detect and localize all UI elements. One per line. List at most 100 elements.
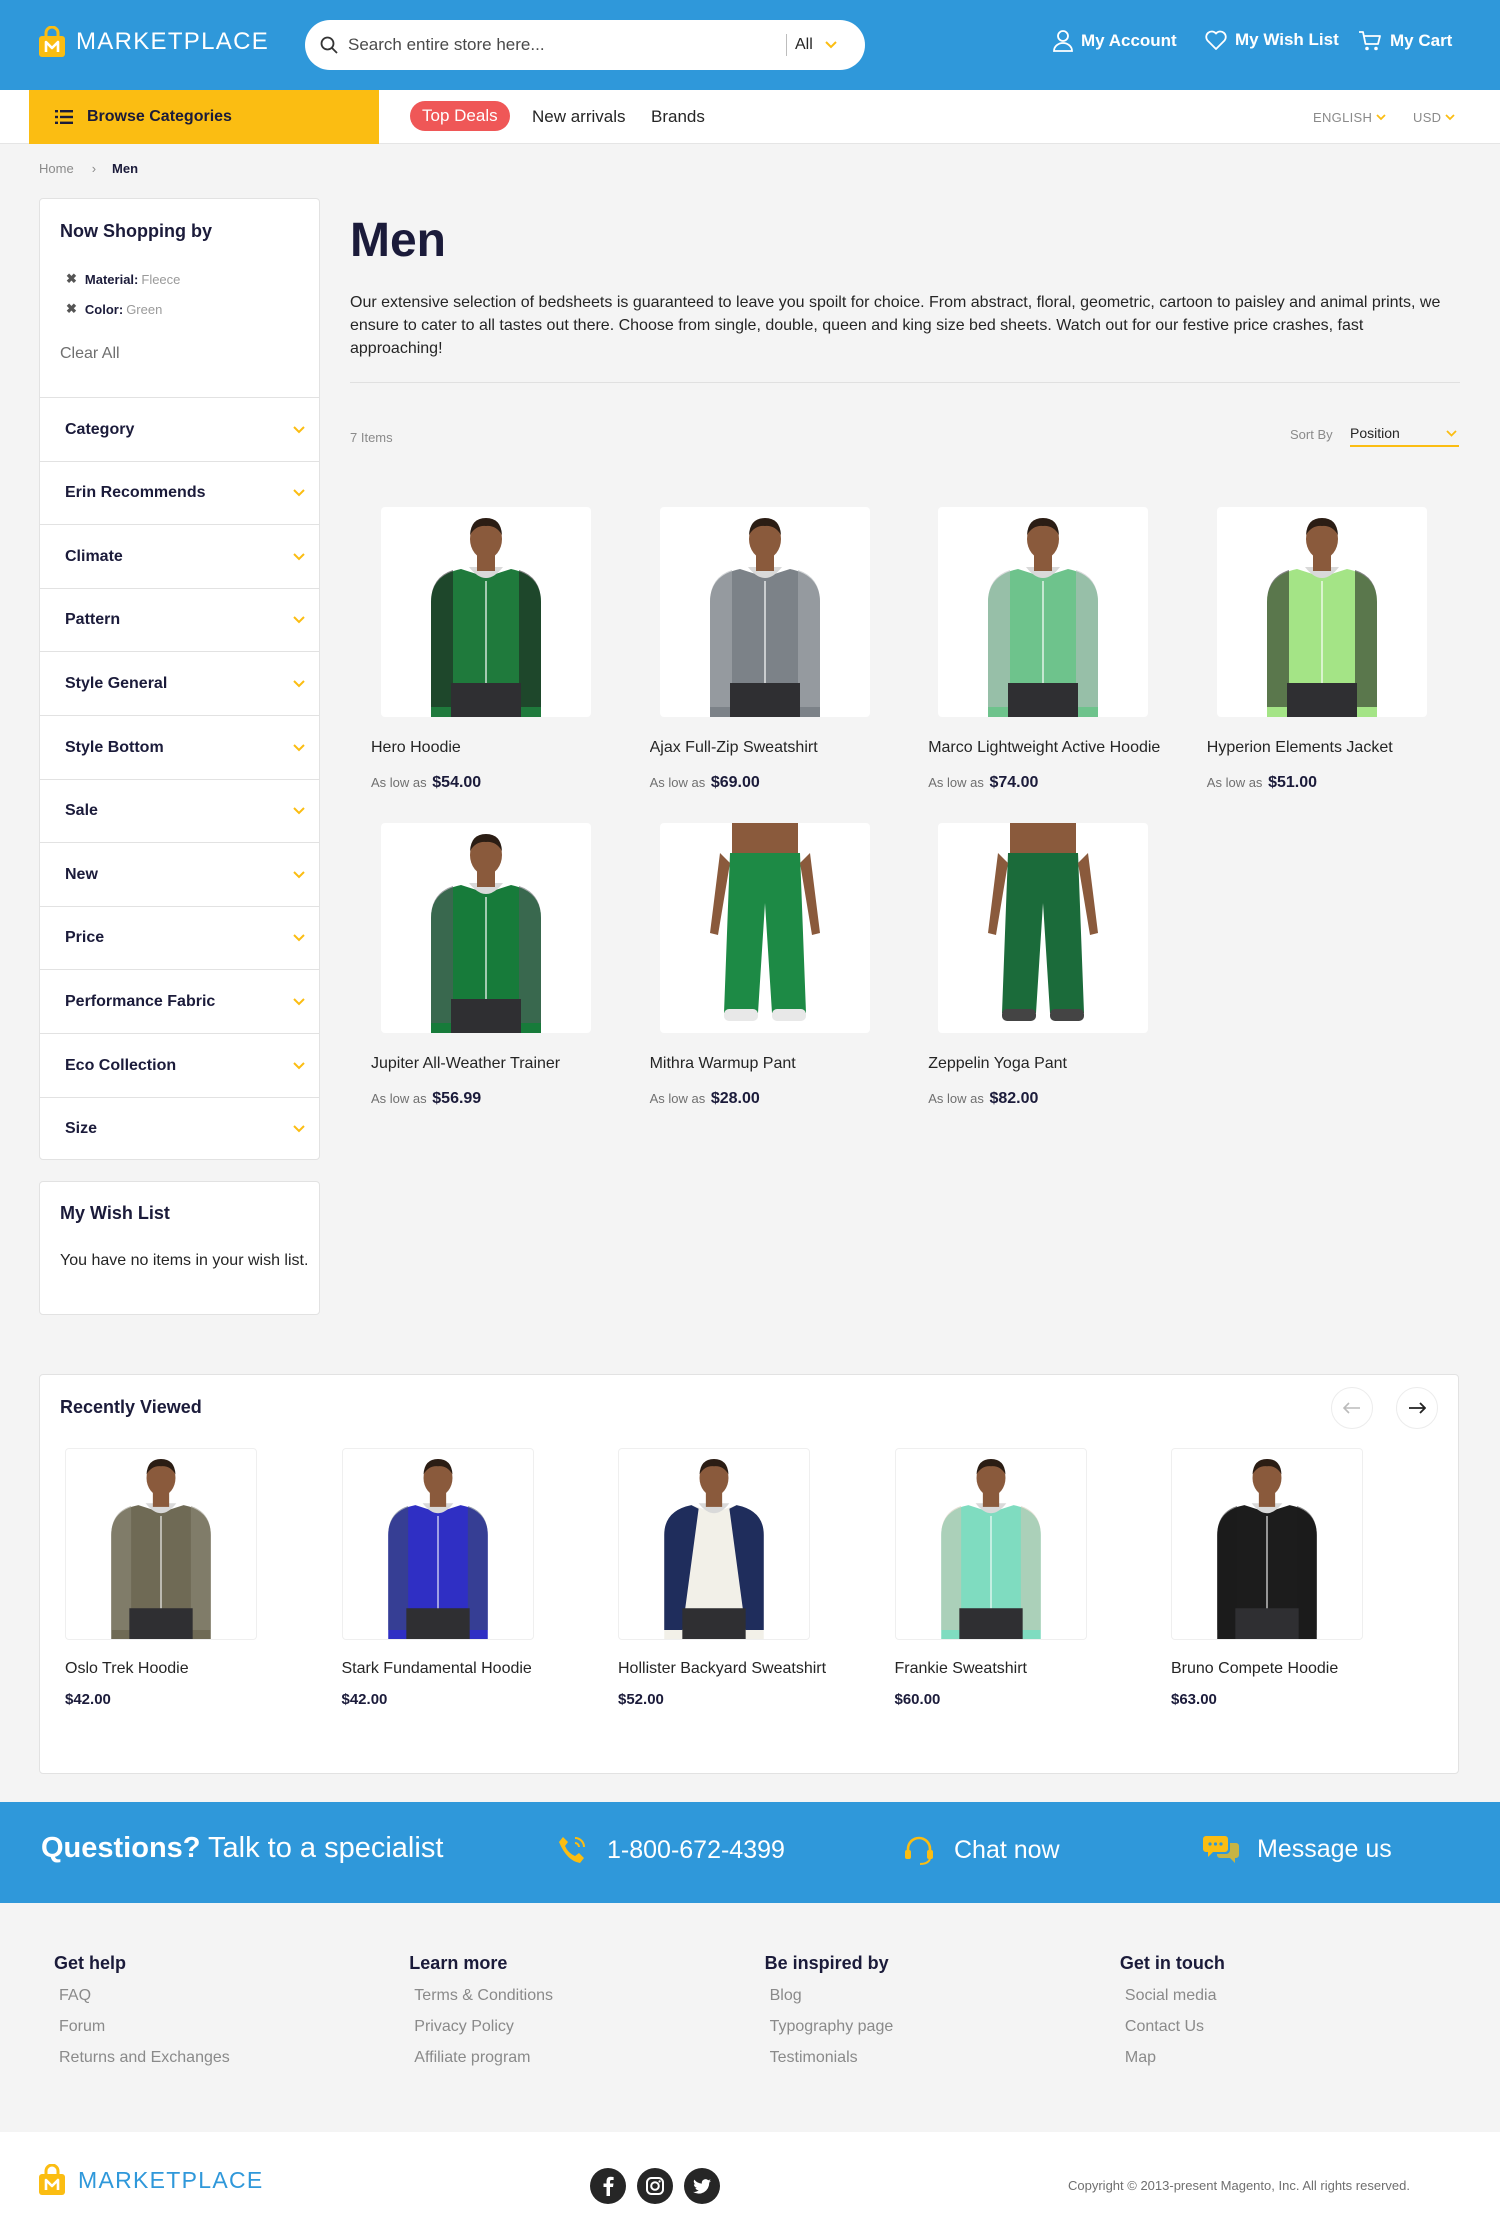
footer-link[interactable]: Privacy Policy — [414, 2018, 553, 2036]
product-image[interactable] — [938, 823, 1149, 1033]
facet-size[interactable]: Size — [40, 1096, 319, 1161]
twitter-link[interactable] — [684, 2168, 720, 2204]
facet-category[interactable]: Category — [40, 397, 319, 461]
product-image[interactable] — [381, 823, 591, 1033]
product-image[interactable] — [65, 1448, 257, 1640]
footer-link[interactable]: Social media — [1125, 1987, 1225, 2005]
recently-viewed-item[interactable]: Stark Fundamental Hoodie $42.00 — [341, 1448, 534, 1708]
search-input[interactable] — [348, 35, 788, 55]
product-image[interactable] — [618, 1448, 810, 1640]
facet-sale[interactable]: Sale — [40, 778, 319, 843]
currency-switcher[interactable]: USD — [1413, 110, 1455, 125]
product-card[interactable]: Mithra Warmup Pant As low as $28.00 — [650, 823, 870, 1108]
product-name[interactable]: Bruno Compete Hoodie — [1171, 1660, 1363, 1678]
chevron-down-icon[interactable] — [825, 41, 837, 49]
footer-link[interactable]: Contact Us — [1125, 2018, 1225, 2036]
footer-link[interactable]: Map — [1125, 2049, 1225, 2067]
product-image[interactable] — [1216, 507, 1427, 717]
carousel-prev-button[interactable] — [1331, 1387, 1373, 1429]
footer-link[interactable]: Testimonials — [770, 2049, 894, 2067]
my-cart-link[interactable]: My Cart — [1358, 30, 1452, 52]
remove-filter-icon[interactable]: ✖ — [66, 301, 77, 317]
price-value: $51.00 — [1268, 774, 1317, 791]
product-name[interactable]: Jupiter All-Weather Trainer — [371, 1055, 611, 1073]
product-name[interactable]: Marco Lightweight Active Hoodie — [928, 739, 1168, 757]
recently-viewed-item[interactable]: Bruno Compete Hoodie $63.00 — [1171, 1448, 1363, 1708]
footer-link[interactable]: Forum — [59, 2018, 230, 2036]
facet-label: Category — [65, 420, 135, 438]
facet-price[interactable]: Price — [40, 905, 319, 970]
breadcrumb: Home › Men — [39, 161, 138, 176]
facet-new[interactable]: New — [40, 842, 319, 906]
product-card[interactable]: Hyperion Elements Jacket As low as $51.00 — [1207, 507, 1427, 792]
product-image[interactable] — [938, 507, 1149, 717]
product-image[interactable] — [381, 507, 591, 717]
footer-link[interactable]: Terms & Conditions — [414, 1987, 553, 2005]
price-prefix: As low as — [649, 775, 706, 790]
chevron-down-icon — [293, 616, 305, 624]
clear-all-link[interactable]: Clear All — [60, 345, 120, 363]
recently-viewed-item[interactable]: Oslo Trek Hoodie $42.00 — [65, 1448, 257, 1708]
top-deals-link[interactable]: Top Deals — [410, 101, 510, 131]
brands-link[interactable]: Brands — [651, 107, 705, 127]
language-switcher[interactable]: ENGLISH — [1313, 110, 1386, 125]
footer-link[interactable]: Blog — [770, 1987, 894, 2005]
product-name[interactable]: Hero Hoodie — [371, 739, 611, 757]
instagram-link[interactable] — [637, 2168, 673, 2204]
facet-style-bottom[interactable]: Style Bottom — [40, 715, 319, 779]
product-card[interactable]: Marco Lightweight Active Hoodie As low as… — [928, 507, 1160, 792]
instagram-icon — [646, 2177, 664, 2195]
my-wishlist-link[interactable]: My Wish List — [1205, 30, 1339, 50]
remove-filter-icon[interactable]: ✖ — [66, 271, 77, 287]
footer-link[interactable]: Typography page — [770, 2018, 894, 2036]
footer-link[interactable]: Returns and Exchanges — [59, 2049, 230, 2067]
facet-style-general[interactable]: Style General — [40, 651, 319, 715]
facet-eco-collection[interactable]: Eco Collection — [40, 1033, 319, 1097]
product-name[interactable]: Mithra Warmup Pant — [650, 1055, 890, 1073]
search-icon[interactable] — [320, 36, 338, 54]
product-image[interactable] — [341, 1448, 534, 1640]
product-name[interactable]: Frankie Sweatshirt — [895, 1660, 1087, 1678]
product-card[interactable]: Zeppelin Yoga Pant As low as $82.00 — [928, 823, 1149, 1108]
browse-categories-button[interactable]: Browse Categories — [29, 90, 379, 144]
facet-label: Style General — [65, 674, 168, 692]
product-name[interactable]: Ajax Full-Zip Sweatshirt — [650, 739, 890, 757]
product-name[interactable]: Oslo Trek Hoodie — [65, 1660, 257, 1678]
product-image[interactable] — [659, 823, 870, 1033]
breadcrumb-home[interactable]: Home — [39, 161, 74, 176]
sort-by-select[interactable]: Position — [1350, 421, 1459, 447]
product-image[interactable] — [894, 1448, 1087, 1640]
my-account-link[interactable]: My Account — [1053, 30, 1177, 52]
facet-erin-recommends[interactable]: Erin Recommends — [40, 460, 319, 525]
facet-label: Sale — [65, 802, 98, 820]
message-us-link[interactable]: Message us — [1203, 1833, 1392, 1865]
footer-link[interactable]: FAQ — [59, 1987, 230, 2005]
price-prefix: As low as — [371, 775, 427, 790]
facet-performance-fabric[interactable]: Performance Fabric — [40, 969, 319, 1033]
product-image[interactable] — [1171, 1448, 1363, 1640]
footer-logo[interactable]: MARKETPLACE — [38, 2164, 264, 2196]
carousel-next-button[interactable] — [1396, 1387, 1438, 1429]
product-name[interactable]: Zeppelin Yoga Pant — [928, 1055, 1168, 1073]
recently-viewed-item[interactable]: Hollister Backyard Sweatshirt $52.00 — [618, 1448, 826, 1708]
product-card[interactable]: Hero Hoodie As low as $54.00 — [371, 507, 591, 792]
user-icon — [1053, 30, 1073, 52]
product-name[interactable]: Hollister Backyard Sweatshirt — [618, 1660, 826, 1678]
product-name[interactable]: Stark Fundamental Hoodie — [342, 1660, 534, 1678]
facet-climate[interactable]: Climate — [40, 524, 319, 588]
product-card[interactable]: Ajax Full-Zip Sweatshirt As low as $69.00 — [650, 507, 870, 792]
cart-icon — [1359, 31, 1381, 51]
facet-pattern[interactable]: Pattern — [40, 587, 319, 652]
product-price: $42.00 — [65, 1691, 111, 1708]
site-logo[interactable]: MARKETPLACE — [38, 26, 269, 58]
phone-link[interactable]: 1-800-672-4399 — [555, 1833, 785, 1867]
product-image[interactable] — [659, 507, 870, 717]
chat-now-link[interactable]: Chat now — [902, 1833, 1060, 1867]
product-name[interactable]: Hyperion Elements Jacket — [1207, 739, 1447, 757]
new-arrivals-link[interactable]: New arrivals — [532, 107, 626, 127]
product-card[interactable]: Jupiter All-Weather Trainer As low as $56… — [371, 823, 591, 1108]
footer-link[interactable]: Affiliate program — [414, 2049, 553, 2067]
recently-viewed-item[interactable]: Frankie Sweatshirt $60.00 — [894, 1448, 1087, 1708]
search-category-select[interactable]: All — [795, 36, 813, 54]
facebook-link[interactable] — [590, 2168, 626, 2204]
